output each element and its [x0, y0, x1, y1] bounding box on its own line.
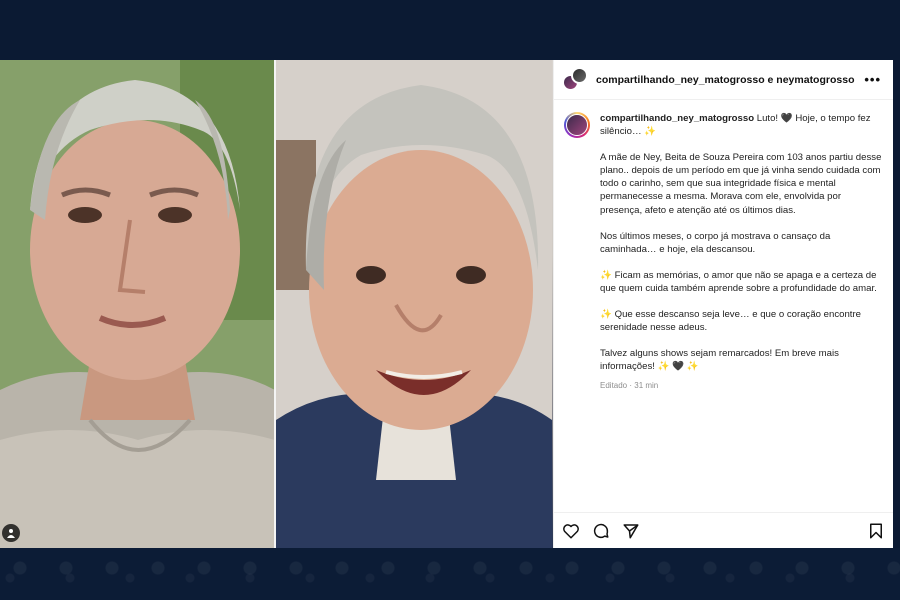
- caption-paragraph: Talvez alguns shows sejam remarcados! Em…: [600, 348, 839, 373]
- woman-portrait-illustration: [276, 60, 553, 548]
- avatar: [571, 66, 588, 84]
- caption-username[interactable]: compartilhando_ney_matogrosso: [600, 113, 754, 124]
- edited-timestamp: Editado · 31 min: [600, 381, 659, 391]
- instagram-post: compartilhando_ney_matogrosso e neymatog…: [0, 60, 893, 548]
- post-actions: [554, 512, 893, 548]
- post-photo-collage[interactable]: [0, 60, 554, 548]
- post-authors[interactable]: compartilhando_ney_matogrosso e neymatog…: [596, 74, 860, 86]
- heart-icon[interactable]: [562, 522, 580, 540]
- caption-paragraph: Nos últimos meses, o corpo já mostrava o…: [600, 230, 831, 255]
- photo-man: [0, 60, 275, 548]
- photo-woman: [276, 60, 554, 548]
- caption-paragraph: A mãe de Ney, Beita de Souza Pereira com…: [600, 152, 882, 216]
- send-icon[interactable]: [622, 522, 640, 540]
- caption-paragraph: ✨ Ficam as memórias, o amor que não se a…: [600, 269, 877, 294]
- bookmark-icon[interactable]: [867, 522, 885, 540]
- caption-avatar[interactable]: [564, 112, 590, 138]
- person-tag-icon[interactable]: [2, 524, 20, 542]
- person-silhouette-icon: [7, 529, 15, 538]
- post-header: compartilhando_ney_matogrosso e neymatog…: [554, 60, 893, 100]
- man-portrait-illustration: [0, 60, 275, 548]
- collab-avatars[interactable]: [562, 66, 588, 93]
- caption-section: compartilhando_ney_matogrosso Luto! 🖤 Ho…: [554, 100, 893, 512]
- caption-text: compartilhando_ney_matogrosso Luto! 🖤 Ho…: [600, 112, 883, 512]
- comment-icon[interactable]: [592, 522, 610, 540]
- post-sidebar: compartilhando_ney_matogrosso e neymatog…: [553, 60, 893, 548]
- background-pattern: [0, 548, 900, 600]
- more-options-button[interactable]: •••: [860, 72, 885, 87]
- caption-paragraph: ✨ Que esse descanso seja leve… e que o c…: [600, 309, 862, 334]
